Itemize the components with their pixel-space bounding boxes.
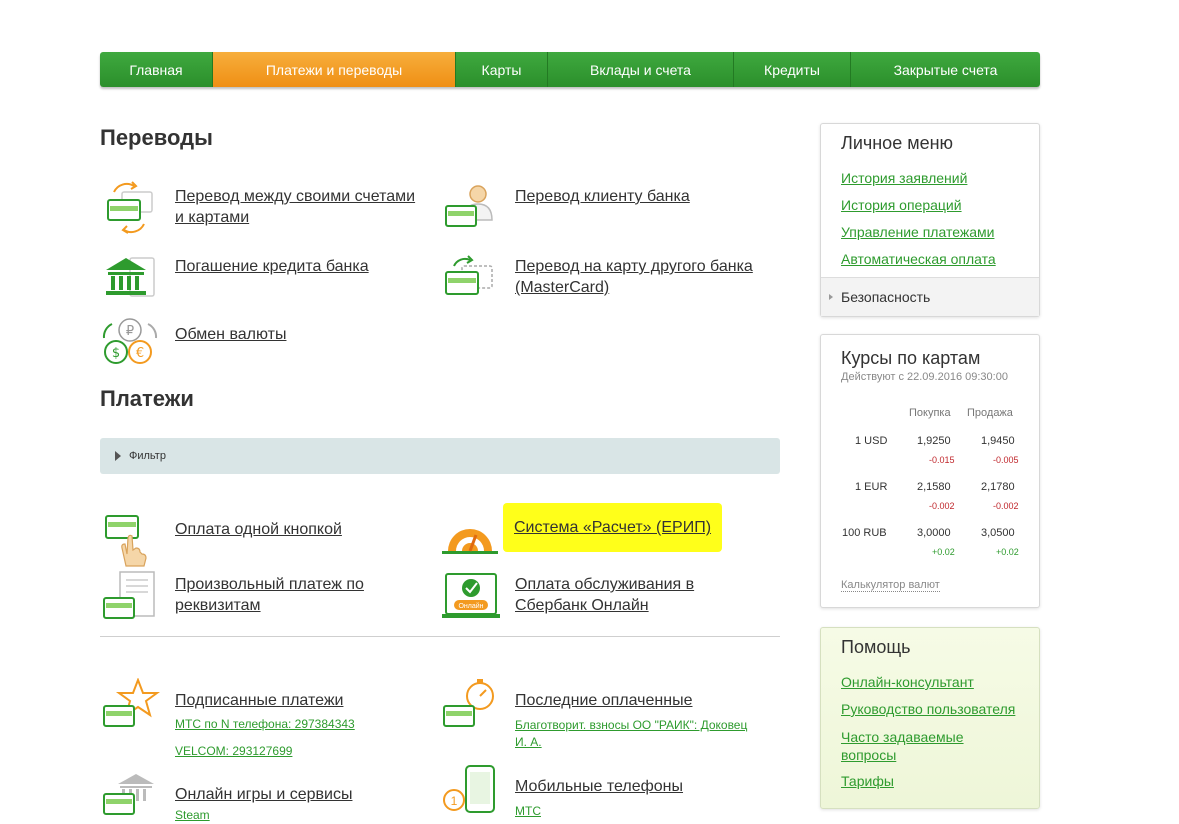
erip-icon xyxy=(440,507,500,567)
rates-col-sell: Продажа xyxy=(967,407,1013,419)
mobile-phones-link[interactable]: Мобильные телефоны xyxy=(515,778,683,795)
transfers-heading: Переводы xyxy=(100,125,213,150)
erip-link[interactable]: Система «Расчет» (ЕРИП) xyxy=(514,519,711,536)
tile-loan-repay: Погашение кредита банка xyxy=(100,250,425,310)
tile-signed: Подписанные платежи МТС по N телефона: 2… xyxy=(100,677,425,758)
mobile-phone-icon: 1 xyxy=(440,764,500,824)
erip-highlight: Система «Расчет» (ЕРИП) xyxy=(503,503,723,552)
link-auto-payment[interactable]: Автоматическая оплата xyxy=(841,251,996,267)
client-transfer-link[interactable]: Перевод клиенту банка xyxy=(515,188,690,205)
personal-menu-panel: Личное меню История заявлений История оп… xyxy=(820,123,1040,317)
nav-tab-home[interactable]: Главная xyxy=(100,52,213,87)
currency-calculator-link[interactable]: Калькулятор валют xyxy=(841,579,940,592)
rate-buy-change: -0.015 xyxy=(929,455,955,465)
nav-tab-credits[interactable]: Кредиты xyxy=(734,52,851,87)
rate-buy: 3,0000 xyxy=(917,527,951,539)
chevron-right-icon xyxy=(829,294,833,300)
filter-toggle[interactable]: Фильтр xyxy=(100,438,780,474)
tile-erip: Система «Расчет» (ЕРИП) xyxy=(440,503,723,567)
tile-sbol: Онлайн Оплата обслуживания в Сбербанк Он… xyxy=(440,568,765,628)
security-label: Безопасность xyxy=(841,289,931,305)
rate-buy-change: +0.02 xyxy=(932,547,955,557)
link-payment-management[interactable]: Управление платежами xyxy=(841,224,994,240)
bank-card-icon xyxy=(100,772,160,824)
document-card-icon xyxy=(100,568,160,628)
rate-sell: 2,1780 xyxy=(981,481,1015,493)
svg-text:$: $ xyxy=(112,346,120,361)
rate-buy-change: -0.002 xyxy=(929,501,955,511)
games-sub-steam[interactable]: Steam xyxy=(175,808,425,822)
rate-currency: 100 RUB xyxy=(842,527,887,539)
rate-buy: 2,1580 xyxy=(917,481,951,493)
signed-payments-link[interactable]: Подписанные платежи xyxy=(175,692,343,709)
link-application-history[interactable]: История заявлений xyxy=(841,170,967,186)
rate-currency: 1 USD xyxy=(855,435,888,447)
rate-sell-change: -0.002 xyxy=(993,501,1019,511)
other-card-link[interactable]: Перевод на карту другого банка (MasterCa… xyxy=(515,258,753,296)
section-divider xyxy=(100,636,780,637)
help-panel: Помощь Онлайн-консультант Руководство по… xyxy=(820,627,1040,809)
payments-heading: Платежи xyxy=(100,386,194,411)
rate-currency: 1 EUR xyxy=(855,481,888,493)
help-title: Помощь xyxy=(841,637,911,657)
currency-exchange-icon: ₽ $ € xyxy=(100,316,160,376)
rate-sell-change: +0.02 xyxy=(996,547,1019,557)
tile-last-paid: Последние оплаченные Благотворит. взносы… xyxy=(440,678,765,751)
own-transfer-icon xyxy=(100,180,160,240)
client-transfer-icon xyxy=(440,180,500,240)
filter-label: Фильтр xyxy=(129,450,166,462)
stopwatch-card-icon xyxy=(440,678,500,738)
nav-tab-payments[interactable]: Платежи и переводы xyxy=(213,52,456,87)
tile-games: Онлайн игры и сервисы Steam xyxy=(100,772,425,824)
main-nav: Главная Платежи и переводы Карты Вклады … xyxy=(100,52,1040,87)
link-operation-history[interactable]: История операций xyxy=(841,197,962,213)
security-menu-item[interactable]: Безопасность xyxy=(821,277,1039,316)
online-games-link[interactable]: Онлайн игры и сервисы xyxy=(175,786,352,803)
tile-arbitrary: Произвольный платеж по реквизитам xyxy=(100,568,425,628)
link-faq[interactable]: Часто задаваемые вопросы xyxy=(841,728,991,764)
link-online-consultant[interactable]: Онлайн-консультант xyxy=(841,674,974,690)
other-card-icon xyxy=(440,250,500,310)
last-paid-sub[interactable]: Благотворит. взносы ОО "РАИК": Доковец И… xyxy=(515,717,755,751)
svg-text:₽: ₽ xyxy=(126,324,134,339)
last-paid-link[interactable]: Последние оплаченные xyxy=(515,692,692,709)
mobile-sub-mts[interactable]: МТС xyxy=(515,804,765,818)
rates-col-buy: Покупка xyxy=(909,407,951,419)
currency-exchange-link[interactable]: Обмен валюты xyxy=(175,326,286,343)
signed-sub-mts[interactable]: МТС по N телефона: 297384343 xyxy=(175,717,425,731)
arbitrary-payment-link[interactable]: Произвольный платеж по реквизитам xyxy=(175,576,364,614)
signed-sub-velcom[interactable]: VELCOM: 293127699 xyxy=(175,744,425,758)
bank-building-icon xyxy=(100,250,160,310)
rate-sell: 3,0500 xyxy=(981,527,1015,539)
own-transfer-link[interactable]: Перевод между своими счетами и картами xyxy=(175,188,415,226)
link-tariffs[interactable]: Тарифы xyxy=(841,773,894,789)
svg-text:€: € xyxy=(136,346,144,361)
mobile-badge-text: 1 xyxy=(451,794,458,808)
nav-tab-closed-accounts[interactable]: Закрытые счета xyxy=(851,52,1040,87)
tile-client-transfer: Перевод клиенту банка xyxy=(440,180,765,240)
loan-repay-link[interactable]: Погашение кредита банка xyxy=(175,258,369,275)
nav-tab-cards[interactable]: Карты xyxy=(456,52,548,87)
tile-own-transfer: Перевод между своими счетами и картами xyxy=(100,180,425,240)
link-user-guide[interactable]: Руководство пользователя xyxy=(841,701,1015,717)
rates-valid-from: Действуют с 22.09.2016 09:30:00 xyxy=(841,371,1008,383)
tile-other-card: Перевод на карту другого банка (MasterCa… xyxy=(440,250,775,310)
card-rates-panel: Курсы по картам Действуют с 22.09.2016 0… xyxy=(820,334,1040,608)
rates-title: Курсы по картам xyxy=(841,348,981,368)
nav-tab-deposits[interactable]: Вклады и счета xyxy=(548,52,734,87)
tile-currency: ₽ $ € Обмен валюты xyxy=(100,316,425,376)
online-badge-text: Онлайн xyxy=(458,602,483,610)
rate-sell: 1,9450 xyxy=(981,435,1015,447)
star-card-icon xyxy=(100,677,161,738)
hand-tap-icon xyxy=(100,510,160,570)
personal-menu-title: Личное меню xyxy=(841,133,954,153)
sbol-payment-link[interactable]: Оплата обслуживания в Сбербанк Онлайн xyxy=(515,576,694,614)
expand-triangle-icon xyxy=(115,451,121,461)
tile-mobile: 1 Мобильные телефоны МТС xyxy=(440,764,765,824)
rate-sell-change: -0.005 xyxy=(993,455,1019,465)
laptop-sberbank-icon: Онлайн xyxy=(440,568,500,628)
one-button-link[interactable]: Оплата одной кнопкой xyxy=(175,521,342,538)
rate-buy: 1,9250 xyxy=(917,435,951,447)
tile-one-button: Оплата одной кнопкой xyxy=(100,510,425,570)
